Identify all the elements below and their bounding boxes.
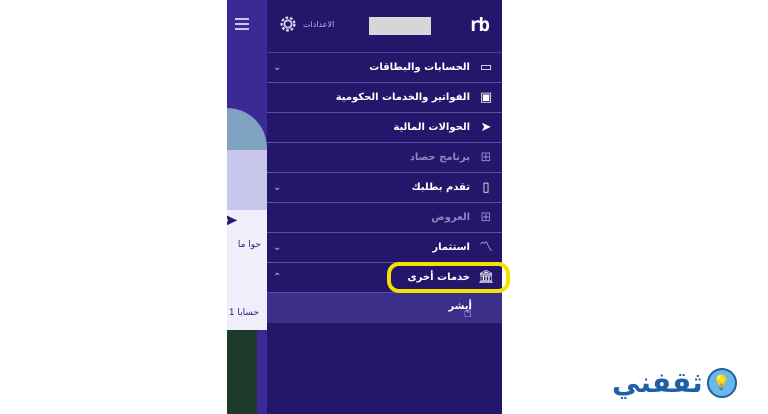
menu-item-apply[interactable]: ⌄ تقدم بطلبك ▯ — [267, 173, 502, 203]
gear-icon — [280, 16, 296, 32]
background-illustration — [227, 108, 267, 156]
phone-screen: ➤ حوا ما 1 حسابا الاعدادات rb ⌄ الحسابات… — [227, 0, 502, 414]
hamburger-menu-icon[interactable] — [235, 18, 249, 33]
menu-item-label: برنامج حصاد — [409, 152, 470, 163]
highlight-annotation — [387, 262, 510, 293]
menu-item-accounts-cards[interactable]: ⌄ الحسابات والبطاقات ▭ — [267, 53, 502, 83]
phone-icon: ▯ — [482, 180, 490, 195]
chart-icon: 〽 — [479, 240, 493, 255]
lightbulb-icon: 💡 — [706, 367, 737, 398]
home-dark-block — [227, 330, 257, 414]
user-name-redacted — [369, 17, 431, 35]
settings-label: الاعدادات — [303, 19, 335, 29]
menu-item-label: العروض — [431, 212, 470, 223]
chevron-down-icon: ⌄ — [273, 182, 282, 193]
menu-item-label: استثمار — [432, 242, 470, 253]
home-card-text: حوا ما — [237, 240, 261, 250]
chevron-down-icon: ⌄ — [273, 62, 282, 73]
menu-item-investment[interactable]: ⌄ استثمار 〽 — [267, 233, 502, 263]
background-illustration-lower — [227, 150, 267, 210]
gift-icon: ⊞ — [480, 150, 492, 165]
send-icon: ➤ — [227, 210, 239, 231]
watermark-text: ثقفني — [612, 366, 703, 399]
menu-item-label: الحسابات والبطاقات — [369, 62, 470, 73]
toolbox-icon: ▣ — [479, 90, 493, 105]
watermark: ثقفني 💡 — [612, 366, 737, 399]
card-icon: ▭ — [479, 60, 493, 75]
navigation-drawer: الاعدادات rb ⌄ الحسابات والبطاقات ▭ الفو… — [267, 0, 502, 414]
menu-item-bills[interactable]: الفواتير والخدمات الحكومية ▣ — [267, 83, 502, 113]
menu-item-label: الفواتير والخدمات الحكومية — [335, 92, 470, 103]
home-account-text: 1 حسابا — [228, 308, 259, 318]
menu-item-transfers[interactable]: الحوالات المالية ➤ — [267, 113, 502, 143]
menu-item-label: تقدم بطلبك — [411, 182, 470, 193]
home-background: ➤ حوا ما 1 حسابا — [227, 0, 267, 414]
menu-item-hasad-program[interactable]: برنامج حصاد ⊞ — [267, 143, 502, 173]
pointer-cursor-icon: ☝ — [463, 305, 472, 321]
chevron-up-icon: ⌃ — [273, 272, 282, 283]
drawer-header: الاعدادات rb — [267, 0, 502, 53]
chevron-down-icon: ⌄ — [273, 242, 282, 253]
send-icon: ➤ — [480, 120, 492, 135]
submenu-item-absher[interactable]: أبشر ☝ — [267, 293, 502, 323]
settings-button[interactable]: الاعدادات — [277, 13, 334, 35]
gift-icon: ⊞ — [480, 210, 492, 225]
bank-logo: rb — [469, 14, 490, 36]
menu-item-label: الحوالات المالية — [393, 122, 470, 133]
menu-item-offers[interactable]: العروض ⊞ — [267, 203, 502, 233]
